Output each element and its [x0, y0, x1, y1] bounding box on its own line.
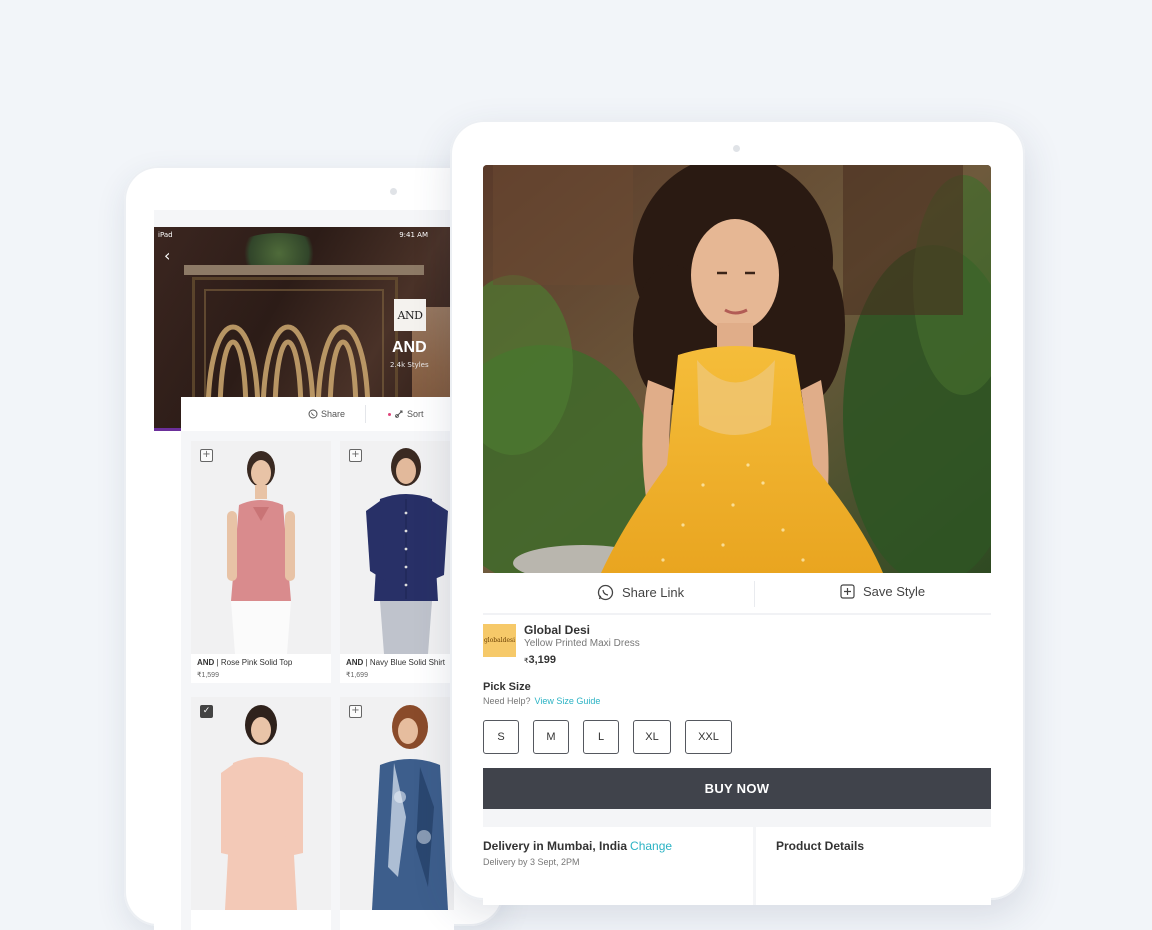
change-location-link[interactable]: Change	[630, 839, 672, 853]
product-card[interactable]: +	[340, 697, 454, 930]
need-help-label: Need Help?	[483, 696, 531, 706]
seller-name[interactable]: Global Desi	[524, 623, 590, 637]
back-tablet: iPad 9:41 AM ‹ AND AND 2.4k Styles Share…	[124, 166, 504, 930]
size-option-xxl[interactable]: XXL	[685, 720, 732, 754]
product-title: AND | Navy Blue Solid Shirt	[346, 658, 446, 667]
product-hero-image	[483, 165, 991, 573]
product-details-title: Product Details	[776, 839, 865, 853]
share-button[interactable]: Share	[308, 409, 345, 419]
product-price: ₹1,599	[197, 672, 219, 679]
add-to-collection-button[interactable]: +	[349, 449, 362, 462]
save-style-button[interactable]: Save Style	[840, 584, 925, 599]
seller-logo: globaldesi	[483, 624, 516, 657]
camera-dot	[733, 145, 740, 152]
size-guide-link[interactable]: View Size Guide	[535, 696, 601, 706]
product-card[interactable]: + AND | Rose Pink Solid Top ₹1,599	[191, 441, 331, 683]
list-toolbar: Share Sort	[181, 397, 454, 432]
product-image	[340, 697, 454, 910]
add-to-collection-button[interactable]: +	[349, 705, 362, 718]
product-image	[340, 441, 454, 654]
selected-checkbox-icon[interactable]: ✓	[200, 705, 213, 718]
size-option-l[interactable]: L	[583, 720, 619, 754]
share-link-label: Share Link	[622, 585, 685, 600]
clock: 9:41 AM	[399, 231, 428, 239]
product-image	[191, 697, 331, 910]
shelf-decor	[184, 265, 424, 275]
size-help: Need Help? View Size Guide	[483, 696, 600, 706]
share-label: Share	[321, 409, 346, 419]
product-detail-screen: Share Link Save Style globaldesi Global …	[483, 165, 991, 905]
size-option-xl[interactable]: XL	[633, 720, 671, 754]
back-chevron-icon[interactable]: ‹	[164, 248, 178, 264]
product-title: AND | Rose Pink Solid Top	[197, 658, 293, 667]
whatsapp-icon	[597, 584, 614, 601]
size-option-m[interactable]: M	[533, 720, 569, 754]
sort-label: Sort	[407, 409, 424, 419]
delivery-title: Delivery in Mumbai, India Change	[483, 839, 673, 853]
product-price: ₹3,199	[524, 654, 556, 666]
sort-active-dot	[388, 412, 391, 416]
pick-size-heading: Pick Size	[483, 681, 531, 693]
product-action-bar: Share Link Save Style	[483, 573, 991, 614]
buy-now-button[interactable]: BUY NOW	[483, 768, 991, 809]
product-card[interactable]: ✓	[191, 697, 331, 930]
status-bar: iPad 9:41 AM	[158, 231, 428, 243]
brand-name: AND	[392, 339, 427, 356]
front-tablet: Share Link Save Style globaldesi Global …	[450, 120, 1025, 905]
sort-button[interactable]: Sort	[388, 409, 424, 419]
camera-dot	[390, 188, 397, 195]
whatsapp-icon	[308, 409, 318, 419]
save-style-label: Save Style	[863, 584, 926, 599]
delivery-date: Delivery by 3 Sept, 2PM	[483, 857, 580, 867]
sort-icon	[395, 410, 403, 418]
brand-screen: iPad 9:41 AM ‹ AND AND 2.4k Styles Share…	[154, 210, 454, 930]
share-link-button[interactable]: Share Link	[597, 584, 684, 601]
brand-logo: AND	[394, 299, 426, 331]
product-card[interactable]: + AND | Navy Blue Solid Shirt ₹1,699	[340, 441, 454, 683]
device-label: iPad	[158, 231, 173, 239]
product-price: ₹1,699	[346, 672, 368, 679]
size-option-s[interactable]: S	[483, 720, 519, 754]
brand-styles-count: 2.4k Styles	[390, 361, 429, 369]
product-name: Yellow Printed Maxi Dress	[524, 638, 640, 649]
add-to-collection-button[interactable]: +	[200, 449, 213, 462]
product-image	[191, 441, 331, 654]
plus-square-icon	[840, 584, 855, 599]
size-selector: S M L XL XXL	[483, 720, 732, 754]
